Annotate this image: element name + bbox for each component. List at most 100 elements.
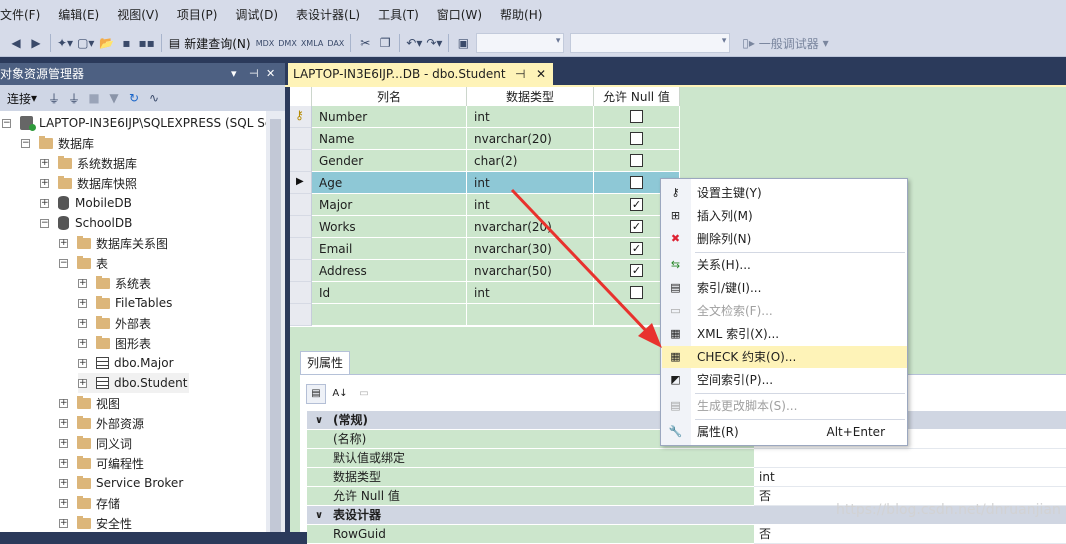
property-row[interactable]: 数据类型 int xyxy=(307,468,1066,487)
table-row[interactable] xyxy=(290,304,680,326)
property-value[interactable]: int xyxy=(754,468,1066,487)
table-row[interactable]: Name nvarchar(20) xyxy=(290,128,680,150)
expand-toggle-icon[interactable]: + xyxy=(59,458,68,468)
dropdown-icon[interactable]: ▾ xyxy=(231,63,237,85)
table-row[interactable]: Id int xyxy=(290,282,680,304)
stop-icon[interactable]: ■ xyxy=(86,88,102,108)
tab-close-icon[interactable]: ✕ xyxy=(536,63,546,85)
table-row[interactable]: Address nvarchar(50) ✓ xyxy=(290,260,680,282)
tree-node[interactable]: + Service Broker xyxy=(59,473,183,493)
row-header[interactable]: ⚷ xyxy=(290,106,312,128)
tree-node[interactable]: + dbo.Major xyxy=(78,353,174,373)
new-project-icon[interactable]: ✦▾ xyxy=(57,33,73,53)
column-name-cell[interactable]: Email xyxy=(312,238,467,260)
row-header[interactable] xyxy=(290,194,312,216)
redo-icon[interactable]: ↷▾ xyxy=(426,33,442,53)
refresh-icon[interactable]: ↻ xyxy=(126,88,142,108)
column-name-cell[interactable]: Name xyxy=(312,128,467,150)
row-header[interactable] xyxy=(290,128,312,150)
menu-item[interactable]: ⇆ 关系(H)... xyxy=(662,254,907,276)
tab-dbo-student[interactable]: LAPTOP-IN3E6IJP...DB - dbo.Student ⊣ ✕ xyxy=(288,63,553,85)
column-name-cell[interactable]: Age xyxy=(312,172,467,194)
data-type-cell[interactable]: int xyxy=(467,194,594,216)
data-type-cell[interactable]: char(2) xyxy=(467,150,594,172)
tree-node[interactable]: − 数据库 xyxy=(21,133,94,153)
expand-toggle-icon[interactable]: + xyxy=(78,278,87,288)
expand-toggle-icon[interactable]: + xyxy=(59,238,68,248)
allow-null-checkbox[interactable] xyxy=(630,176,643,189)
tree-node[interactable]: + dbo.Student xyxy=(78,373,190,393)
open-file-icon[interactable]: 📂 xyxy=(98,33,114,53)
forward-icon[interactable]: ▶ xyxy=(28,33,44,53)
alphabetical-icon[interactable]: A↓ xyxy=(330,384,350,404)
expand-toggle-icon[interactable]: − xyxy=(40,218,49,228)
tree-node[interactable]: + 可编程性 xyxy=(59,453,144,473)
menu-item-3[interactable]: 项目(P) xyxy=(168,0,227,30)
filter-icon[interactable]: ▼ xyxy=(106,88,122,108)
property-value[interactable]: 否 xyxy=(754,525,1066,544)
cut-icon[interactable]: ✂ xyxy=(357,33,373,53)
allow-null-checkbox[interactable]: ✓ xyxy=(630,198,643,211)
tree-node[interactable]: + FileTables xyxy=(78,293,172,313)
menu-item-2[interactable]: 视图(V) xyxy=(108,0,168,30)
row-header[interactable] xyxy=(290,150,312,172)
expand-toggle-icon[interactable]: + xyxy=(59,418,68,428)
tab-pin-icon[interactable]: ⊣ xyxy=(515,63,525,85)
table-row[interactable]: Email nvarchar(30) ✓ xyxy=(290,238,680,260)
back-icon[interactable]: ◀ xyxy=(8,33,24,53)
property-value[interactable] xyxy=(754,449,1066,468)
xmla-query-icon[interactable]: XMLA xyxy=(301,33,324,53)
tree-node[interactable]: + 图形表 xyxy=(78,333,151,353)
collapse-icon[interactable]: ∨ xyxy=(315,411,323,430)
menu-item[interactable]: 🔧 属性(R) Alt+Enter xyxy=(662,421,907,443)
tree-node[interactable]: − 表 xyxy=(59,253,108,273)
data-type-cell[interactable]: int xyxy=(467,106,594,128)
menu-item[interactable]: ✖ 删除列(N) xyxy=(662,228,907,250)
connect-plug-icon[interactable]: ⏚ xyxy=(46,88,62,108)
row-header[interactable] xyxy=(290,304,312,326)
table-row[interactable]: Gender char(2) xyxy=(290,150,680,172)
undo-icon[interactable]: ↶▾ xyxy=(406,33,422,53)
menu-item[interactable]: ◩ 空间索引(P)... xyxy=(662,369,907,391)
expand-toggle-icon[interactable]: + xyxy=(40,198,49,208)
allow-null-checkbox[interactable] xyxy=(630,110,643,123)
tree-node[interactable]: − LAPTOP-IN3E6IJP\SQLEXPRESS (SQL Se xyxy=(2,113,266,133)
tree-node[interactable]: + 数据库快照 xyxy=(40,173,137,193)
column-name-cell[interactable]: Address xyxy=(312,260,467,282)
tree-node[interactable]: + 系统表 xyxy=(78,273,151,293)
menu-item-6[interactable]: 工具(T) xyxy=(369,0,428,30)
column-name-cell[interactable] xyxy=(312,304,467,326)
copy-icon[interactable]: ❐ xyxy=(377,33,393,53)
data-type-cell[interactable]: nvarchar(20) xyxy=(467,216,594,238)
menu-item-7[interactable]: 窗口(W) xyxy=(428,0,491,30)
menu-item-4[interactable]: 调试(D) xyxy=(226,0,287,30)
column-name-cell[interactable]: Id xyxy=(312,282,467,304)
expand-toggle-icon[interactable]: + xyxy=(59,438,68,448)
collapse-icon[interactable]: ∨ xyxy=(315,506,323,525)
expand-toggle-icon[interactable]: + xyxy=(40,178,49,188)
column-name-cell[interactable]: Works xyxy=(312,216,467,238)
menu-item[interactable]: ▤ 索引/键(I)... xyxy=(662,277,907,299)
menu-item-0[interactable]: 文件(F) xyxy=(0,0,49,30)
menu-item[interactable]: ⚷ 设置主键(Y) xyxy=(662,182,907,204)
allow-null-checkbox[interactable] xyxy=(630,132,643,145)
table-row[interactable]: Works nvarchar(20) ✓ xyxy=(290,216,680,238)
platform-dropdown[interactable]: ▾ xyxy=(570,33,731,53)
menu-item-1[interactable]: 编辑(E) xyxy=(49,0,108,30)
expand-toggle-icon[interactable]: + xyxy=(78,298,87,308)
solution-config-dropdown[interactable]: ▾ xyxy=(476,33,565,53)
expand-toggle-icon[interactable]: + xyxy=(59,478,68,488)
menu-item[interactable]: ▦ XML 索引(X)... xyxy=(662,323,907,345)
menu-item-5[interactable]: 表设计器(L) xyxy=(287,0,369,30)
add-item-icon[interactable]: ▢▾ xyxy=(77,33,94,53)
data-type-cell[interactable]: nvarchar(20) xyxy=(467,128,594,150)
row-header[interactable] xyxy=(290,238,312,260)
expand-toggle-icon[interactable]: + xyxy=(78,318,87,328)
menu-item[interactable]: ▦ CHECK 约束(O)... xyxy=(662,346,907,368)
allow-null-checkbox[interactable] xyxy=(630,154,643,167)
data-type-cell[interactable]: int xyxy=(467,172,594,194)
column-name-cell[interactable]: Major xyxy=(312,194,467,216)
data-type-cell[interactable]: int xyxy=(467,282,594,304)
row-header[interactable] xyxy=(290,260,312,282)
tab-column-properties[interactable]: 列属性 xyxy=(300,351,350,374)
